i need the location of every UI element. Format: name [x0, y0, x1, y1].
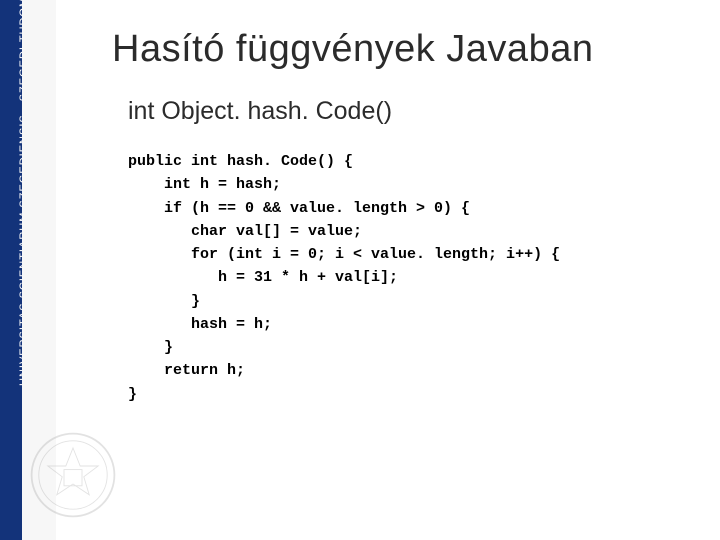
content-area: Hasító függvények Javaban int Object. ha… — [112, 28, 700, 406]
slide-subtitle: int Object. hash. Code() — [128, 97, 700, 126]
university-crest-icon — [28, 430, 118, 520]
slide: UNIVERSITAS SCIENTIARUM SZEGEDIENSIS • S… — [0, 0, 720, 540]
slide-title: Hasító függvények Javaban — [112, 28, 700, 71]
sidebar-blue-stripe: UNIVERSITAS SCIENTIARUM SZEGEDIENSIS • S… — [0, 0, 22, 540]
code-block: public int hash. Code() { int h = hash; … — [128, 150, 700, 406]
